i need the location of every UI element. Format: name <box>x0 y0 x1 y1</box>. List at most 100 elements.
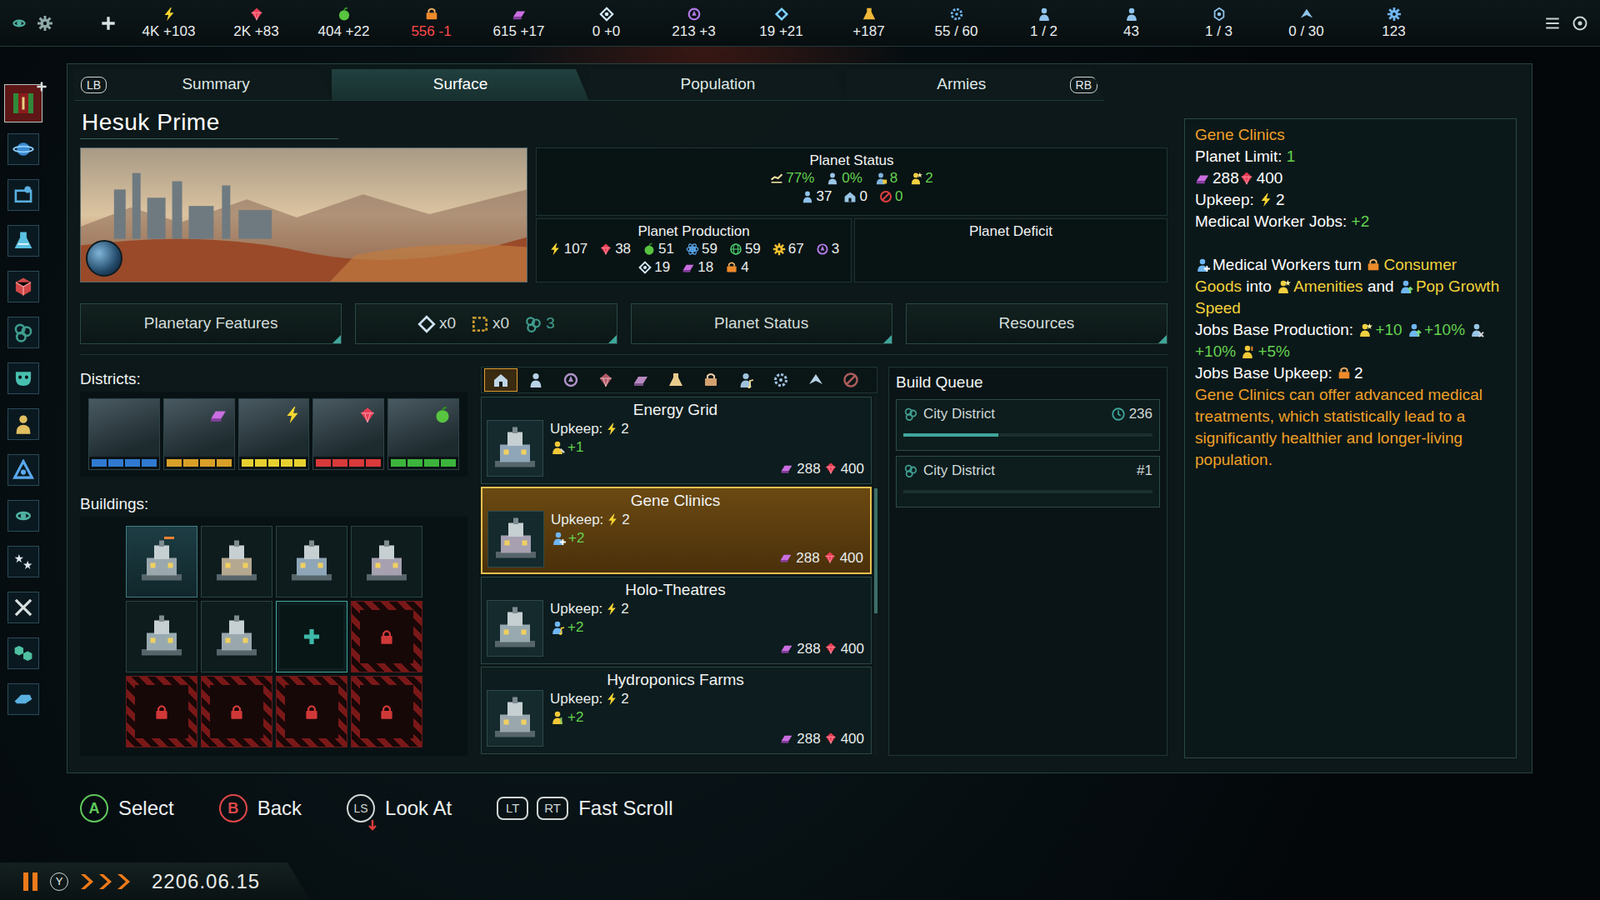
sidebar-item[interactable] <box>7 683 40 715</box>
category-tab[interactable] <box>799 368 833 392</box>
main-menu[interactable] <box>1543 14 1600 33</box>
sidebar-item[interactable] <box>4 84 43 123</box>
rb-key[interactable]: RB <box>1070 76 1098 94</box>
resource-item[interactable]: 19 +21 <box>737 6 825 40</box>
resource-item[interactable]: 4K +103 <box>125 6 213 40</box>
resource-item[interactable]: 615 +17 <box>475 6 563 40</box>
sidebar-item[interactable] <box>7 545 40 578</box>
building-slot[interactable] <box>275 525 348 598</box>
scrollbar[interactable] <box>874 396 878 756</box>
category-tab[interactable] <box>554 368 588 392</box>
resource-item[interactable]: 0 / 30 <box>1262 6 1350 40</box>
building-option[interactable]: Energy GridUpkeep:2+1288400 <box>480 396 872 485</box>
stat-item[interactable]: 19 <box>638 258 670 277</box>
resource-item[interactable]: +187 <box>825 6 913 40</box>
controller-key[interactable]: LS <box>346 794 375 823</box>
building-slot[interactable] <box>275 675 348 748</box>
stat-item[interactable]: 0 <box>879 187 903 206</box>
controller-key[interactable]: LT <box>496 796 529 820</box>
resource-item[interactable]: 1 / 3 <box>1175 6 1263 40</box>
planet-status-button[interactable]: Planet Status <box>630 303 893 345</box>
building-slot[interactable] <box>350 600 423 673</box>
district-tile[interactable] <box>238 398 310 470</box>
stat-item[interactable]: 8 <box>874 169 898 188</box>
stat-item[interactable]: 77% <box>770 169 815 188</box>
stat-item[interactable]: 59 <box>729 240 761 259</box>
scrollbar-thumb[interactable] <box>874 488 878 614</box>
controller-key[interactable]: A <box>80 794 109 823</box>
stat-item[interactable]: 67 <box>772 240 805 259</box>
category-tab[interactable] <box>729 368 763 392</box>
tab[interactable]: Population <box>589 69 847 101</box>
resource-item[interactable]: 55 / 60 <box>912 6 1000 40</box>
building-slot[interactable] <box>350 675 423 748</box>
building-option[interactable]: Hydroponics FarmsUpkeep:2+2288400 <box>480 666 872 755</box>
stat-item[interactable]: 4 <box>725 258 749 277</box>
category-tab[interactable] <box>764 368 798 392</box>
add-button[interactable] <box>91 14 125 33</box>
building-slot[interactable] <box>125 675 198 748</box>
queue-item[interactable]: City District236 <box>895 399 1160 451</box>
building-slot[interactable] <box>200 600 273 673</box>
resource-item[interactable]: 556 -1 <box>387 6 475 40</box>
resources-button[interactable]: Resources <box>905 303 1168 345</box>
category-tab[interactable] <box>659 368 693 392</box>
button-hint[interactable]: BBack <box>219 793 302 824</box>
controller-key[interactable]: B <box>219 794 248 823</box>
category-tab[interactable] <box>589 368 623 392</box>
sidebar-item[interactable] <box>7 408 40 440</box>
resource-item[interactable]: 2K +83 <box>212 6 300 40</box>
building-slot[interactable] <box>125 525 198 598</box>
building-slot[interactable] <box>125 600 198 673</box>
resource-item[interactable]: 404 +22 <box>300 6 388 40</box>
sidebar-item[interactable] <box>7 591 40 624</box>
planetary-features-button[interactable]: Planetary Features <box>80 303 342 345</box>
tab[interactable]: ArmiesRB <box>846 69 1105 101</box>
button-hint[interactable]: LSLook At <box>346 793 452 824</box>
sidebar-item[interactable] <box>7 362 40 395</box>
district-tile[interactable] <box>163 398 235 470</box>
stat-item[interactable]: 3 <box>815 240 840 259</box>
stat-item[interactable]: 59 <box>685 240 718 259</box>
building-slot[interactable] <box>275 600 348 673</box>
category-tab[interactable] <box>624 368 658 392</box>
district-tile[interactable] <box>312 398 385 470</box>
category-tab[interactable] <box>519 368 553 392</box>
stat-item[interactable]: 51 <box>642 240 675 259</box>
stat-item[interactable]: 107 <box>548 240 588 259</box>
stat-item[interactable]: 37 <box>800 187 833 206</box>
stat-item[interactable]: 0% <box>825 169 863 188</box>
category-tab[interactable] <box>484 368 518 392</box>
resource-item[interactable]: 213 +3 <box>650 6 738 40</box>
sidebar-item[interactable] <box>7 225 40 257</box>
sidebar-item[interactable] <box>7 316 40 349</box>
building-option[interactable]: Holo-TheatresUpkeep:2+2288400 <box>480 576 872 665</box>
button-hint[interactable]: LTRTFast Scroll <box>496 793 673 824</box>
sidebar-item[interactable] <box>7 500 40 532</box>
district-tile[interactable] <box>88 398 160 470</box>
stat-item[interactable]: 38 <box>599 240 631 259</box>
building-slot[interactable] <box>200 675 273 748</box>
building-slot[interactable] <box>200 525 273 598</box>
stat-item[interactable]: 18 <box>681 258 714 277</box>
lb-key[interactable]: LB <box>80 76 107 94</box>
sidebar-item[interactable] <box>7 179 40 211</box>
speed-control[interactable] <box>76 872 132 891</box>
building-slot[interactable] <box>350 525 423 598</box>
pause-icon[interactable] <box>20 869 42 895</box>
tab[interactable]: Surface <box>331 69 590 101</box>
sidebar-item[interactable] <box>7 133 40 165</box>
planet-counts-button[interactable]: x0x03 <box>355 303 617 345</box>
resource-item[interactable]: 0 +0 <box>562 6 650 40</box>
sidebar-item[interactable] <box>7 454 40 486</box>
stat-item[interactable]: 2 <box>909 169 933 188</box>
resource-item[interactable]: 43 <box>1087 6 1175 40</box>
y-key[interactable]: Y <box>50 872 69 891</box>
category-tab[interactable] <box>834 368 868 392</box>
resource-item[interactable]: 1 / 2 <box>1000 6 1088 40</box>
sidebar-item[interactable] <box>7 270 40 303</box>
building-option[interactable]: Gene ClinicsUpkeep:2+2288400 <box>480 486 872 575</box>
district-tile[interactable] <box>387 398 460 470</box>
stat-item[interactable]: 0 <box>843 187 867 206</box>
tab[interactable]: LBSummary <box>74 69 332 101</box>
